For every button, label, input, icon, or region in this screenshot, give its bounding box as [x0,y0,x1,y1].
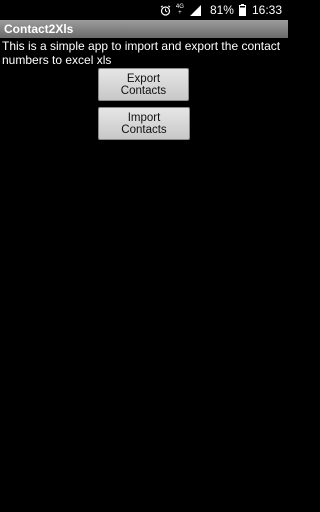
clock: 16:33 [251,3,282,17]
network-plus-label: + [178,10,182,16]
app-title: Contact2Xls [4,22,74,36]
battery-group: 81% [206,3,234,17]
battery-icon [238,4,246,16]
alarm-icon [160,4,171,16]
export-contacts-button[interactable]: Export Contacts [98,68,189,101]
signal-icon [189,4,201,16]
network-icon: 4G + [176,4,184,16]
app-title-bar: Contact2Xls [0,20,288,38]
app-screen: 4G + 81% 16:33 Contact2Xls This is a sim… [0,0,288,512]
import-contacts-button[interactable]: Import Contacts [98,107,190,140]
battery-percent: 81% [209,3,234,17]
app-description: This is a simple app to import and expor… [2,39,281,67]
status-bar: 4G + 81% 16:33 [0,0,288,20]
main-content: This is a simple app to import and expor… [0,39,288,140]
